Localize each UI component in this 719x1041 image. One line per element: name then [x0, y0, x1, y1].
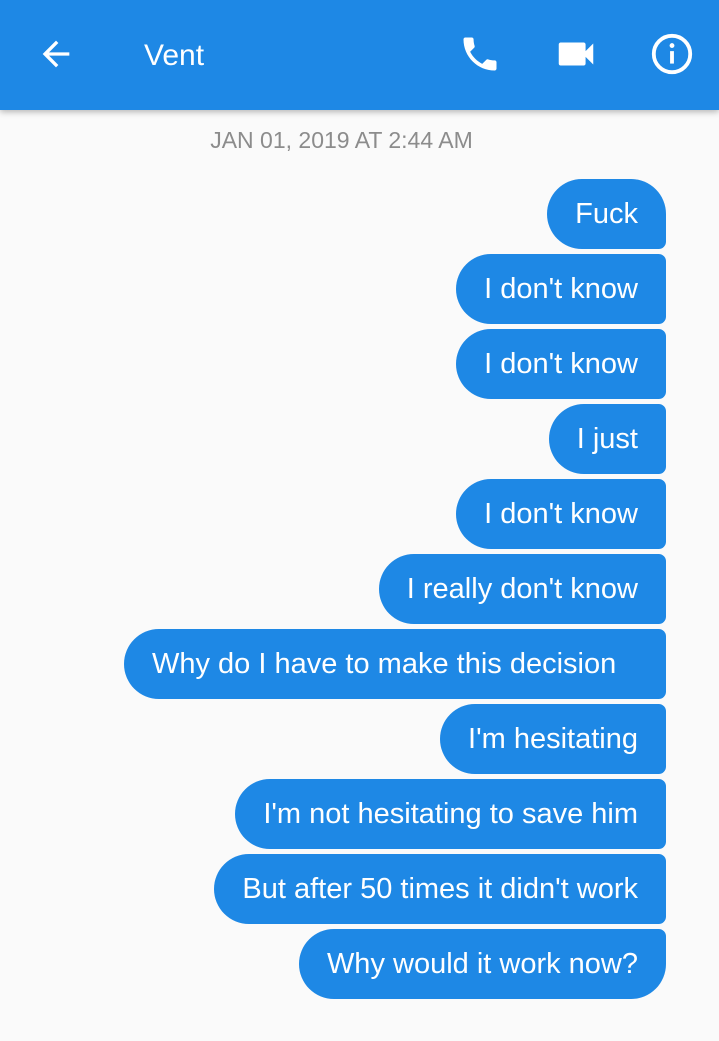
sent-message-bubble[interactable]: I don't know [456, 329, 666, 399]
sent-message-bubble[interactable]: I really don't know [378, 554, 666, 624]
info-icon [649, 31, 695, 82]
sent-message-bubble[interactable]: But after 50 times it didn't work [214, 854, 666, 924]
sent-message-bubble[interactable]: I'm not hesitating to save him [235, 779, 666, 849]
sent-message-bubble[interactable]: I just [548, 404, 666, 474]
sent-message-bubble[interactable]: I don't know [456, 479, 666, 549]
video-call-button[interactable] [550, 30, 602, 82]
arrow-left-icon [36, 34, 76, 79]
message-timestamp: JAN 01, 2019 AT 2:44 AM [210, 127, 473, 153]
sent-message-bubble[interactable]: Fuck [547, 179, 666, 249]
back-button[interactable] [30, 30, 82, 82]
conversation-info-button[interactable] [646, 30, 698, 82]
phone-icon [458, 32, 502, 81]
sent-message-bubble[interactable]: I'm hesitating [440, 704, 666, 774]
message-thread: Fuck I don't know I don't know I just I … [124, 179, 666, 1004]
sent-message-bubble[interactable]: Why do I have to make this decision [124, 629, 666, 699]
video-camera-icon [553, 31, 599, 82]
sent-message-bubble[interactable]: I don't know [456, 254, 666, 324]
conversation-title: Vent [144, 39, 205, 72]
voice-call-button[interactable] [454, 30, 506, 82]
sent-message-bubble[interactable]: Why would it work now? [298, 929, 666, 999]
app-bar: Vent [0, 0, 719, 110]
